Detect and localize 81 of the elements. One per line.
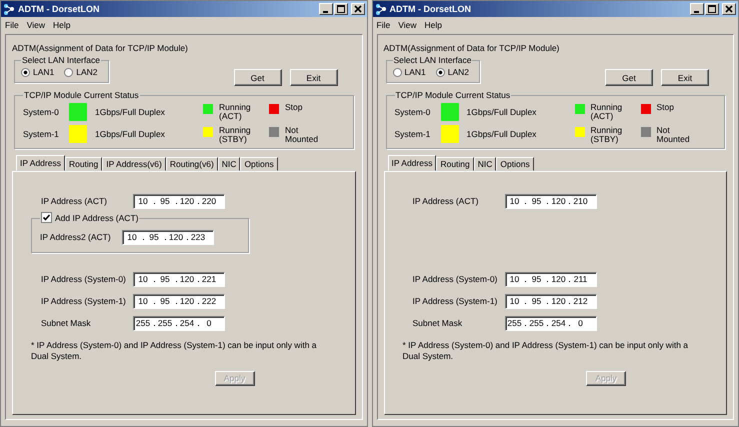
dialog-button[interactable]: Get <box>234 69 282 86</box>
field-label: IP Address2 (ACT) <box>40 232 112 242</box>
field-label: Subnet Mask <box>412 318 464 328</box>
legend-label: Stop <box>285 103 304 112</box>
minimize-button[interactable] <box>318 3 332 15</box>
menu-item[interactable]: File <box>5 20 19 30</box>
radio-option[interactable]: LAN1 <box>392 67 426 77</box>
heading-text: ADTM(Assignment of Data for TCP/IP Module) <box>12 43 189 53</box>
legend-label: Stop <box>656 103 675 112</box>
radio-option[interactable]: LAN2 <box>436 67 470 77</box>
maximize-button[interactable] <box>705 3 719 15</box>
link-speed: 1Gbps/Full Duplex <box>95 129 166 139</box>
note-text: * IP Address (System-0) and IP Address (System-1) can be input only with a Dual System. <box>31 340 318 361</box>
menu-item[interactable]: Help <box>424 20 442 30</box>
close-icon <box>354 5 362 13</box>
window-title: ADTM - DorsetLON <box>390 4 471 14</box>
tab[interactable]: IP Address <box>16 155 65 172</box>
checkbox-option[interactable]: Add IP Address (ACT) <box>41 212 138 224</box>
network-icon <box>3 3 15 15</box>
legend-label: Running (STBY) <box>590 126 624 144</box>
minimize-button[interactable] <box>690 3 704 15</box>
link-speed: 1Gbps/Full Duplex <box>466 129 538 139</box>
tab[interactable]: Routing(v6) <box>166 157 218 172</box>
radio-option[interactable]: LAN2 <box>64 67 98 77</box>
system-label: System-1 <box>23 129 60 139</box>
legend-label: Running (ACT) <box>590 103 624 122</box>
ip-address-field[interactable]: 10 95 120 220 <box>133 194 225 209</box>
field-label: IP Address (System-0) <box>412 274 498 284</box>
group-title: Select LAN Interface <box>392 55 472 65</box>
legend-label: Running (STBY) <box>219 126 252 144</box>
dialog-button[interactable]: Exit <box>661 69 709 86</box>
legend-label: Running (ACT) <box>219 103 252 122</box>
field-label: IP Address (System-1) <box>41 296 127 306</box>
ip-address-field[interactable]: 10 95 120 210 <box>504 194 596 209</box>
group-title: TCP/IP Module Current Status <box>394 90 512 100</box>
group-title: TCP/IP Module Current Status <box>23 90 140 100</box>
group-title: Select LAN Interface <box>21 55 101 65</box>
field-label: IP Address (ACT) <box>41 196 108 206</box>
ip-address-field[interactable]: 10 95 120 223 <box>122 230 214 245</box>
tab[interactable]: IP Address(v6) <box>102 157 166 172</box>
ip-address-field[interactable]: 255 255 254 0 <box>133 316 225 331</box>
field-label: IP Address (System-0) <box>41 274 127 284</box>
system-label: System-0 <box>394 107 432 117</box>
tab[interactable]: Options <box>240 157 278 172</box>
system-label: System-0 <box>23 107 60 117</box>
link-speed: 1Gbps/Full Duplex <box>95 107 166 117</box>
maximize-icon <box>336 5 344 13</box>
radio-option[interactable]: LAN1 <box>21 67 54 77</box>
window-title: ADTM - DorsetLON <box>18 4 100 14</box>
menu-item[interactable]: File <box>376 20 390 30</box>
ip-address-field[interactable]: 10 95 120 212 <box>504 294 596 309</box>
legend-label: Not Mounted <box>656 126 691 144</box>
note-text: * IP Address (System-0) and IP Address (System-1) can be input only with a Dual System. <box>402 340 690 361</box>
system-label: System-1 <box>394 129 432 139</box>
legend-label: Not Mounted <box>285 126 320 144</box>
dialog-button[interactable]: Exit <box>290 69 338 86</box>
tab[interactable]: NIC <box>474 157 496 172</box>
field-label: IP Address (ACT) <box>412 196 480 206</box>
close-icon <box>725 5 733 13</box>
maximize-button[interactable] <box>334 3 348 15</box>
menu-item[interactable]: Help <box>52 20 70 30</box>
maximize-icon <box>708 5 716 13</box>
link-speed: 1Gbps/Full Duplex <box>466 107 538 117</box>
close-button[interactable] <box>722 3 736 15</box>
ip-address-field[interactable]: 255 255 254 0 <box>504 316 596 331</box>
field-label: Subnet Mask <box>41 318 92 328</box>
tab[interactable]: Routing <box>64 157 102 172</box>
dialog-button[interactable]: Get <box>605 69 653 86</box>
close-button[interactable] <box>350 3 364 15</box>
ip-address-field[interactable]: 10 95 120 211 <box>504 272 596 287</box>
ip-address-field[interactable]: 10 95 120 222 <box>133 294 225 309</box>
menu-item[interactable]: View <box>398 20 416 30</box>
tab[interactable]: NIC <box>218 157 240 172</box>
tab[interactable]: IP Address <box>388 155 436 172</box>
field-label: IP Address (System-1) <box>412 296 498 306</box>
tab[interactable]: Routing <box>436 157 474 172</box>
ip-address-field[interactable]: 10 95 120 221 <box>133 272 225 287</box>
network-icon <box>374 3 386 15</box>
tab[interactable]: Options <box>496 157 534 172</box>
menu-item[interactable]: View <box>26 20 45 30</box>
heading-text: ADTM(Assignment of Data for TCP/IP Module) <box>384 43 560 53</box>
